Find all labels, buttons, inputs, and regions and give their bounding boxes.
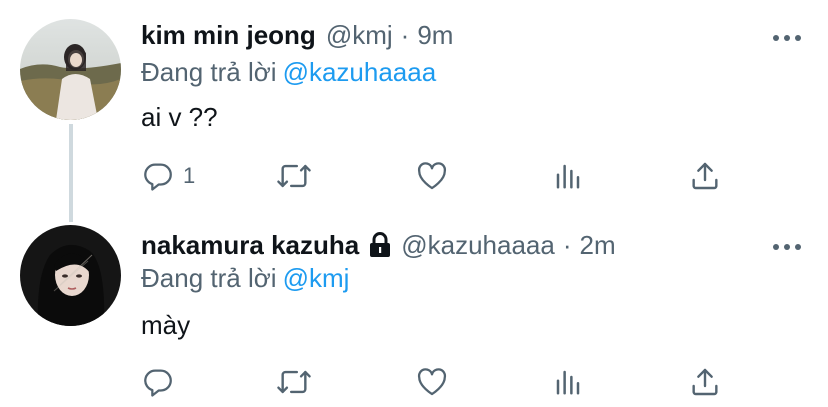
like-icon [415, 365, 449, 399]
share-icon [689, 159, 721, 193]
analytics-button[interactable] [553, 362, 583, 402]
replying-to: Đang trả lời @kazuhaaaa [141, 55, 436, 89]
replying-prefix: Đang trả lời [141, 57, 277, 87]
tweet-header: nakamura kazuha @kazuhaaaa · 2m [141, 228, 616, 262]
like-button[interactable] [415, 156, 449, 196]
analytics-icon [553, 159, 583, 193]
more-icon[interactable] [772, 30, 802, 41]
timestamp[interactable]: 9m [417, 20, 453, 51]
reply-button[interactable]: 1 [141, 156, 195, 196]
replying-prefix: Đang trả lời [141, 263, 277, 293]
reply-count: 1 [183, 163, 196, 188]
reply-icon [141, 159, 175, 193]
reply-mention-link[interactable]: @kazuhaaaa [283, 57, 437, 87]
more-icon[interactable] [772, 239, 802, 250]
analytics-button[interactable] [553, 156, 583, 196]
tweet[interactable]: nakamura kazuha @kazuhaaaa · 2m Đang trả… [0, 222, 828, 407]
like-icon [415, 159, 449, 193]
avatar[interactable] [20, 225, 121, 326]
separator-dot: · [562, 229, 572, 260]
avatar[interactable] [20, 19, 121, 120]
retweet-button[interactable] [275, 362, 313, 402]
tweet-text: mày [141, 310, 191, 340]
replying-to: Đang trả lời @kmj [141, 261, 349, 295]
share-button[interactable] [689, 362, 721, 402]
tweet-actions [0, 362, 828, 402]
retweet-icon [275, 365, 313, 399]
retweet-icon [275, 159, 313, 193]
share-icon [689, 365, 721, 399]
user-handle[interactable]: @kazuhaaaa [401, 230, 555, 261]
lock-icon [369, 232, 391, 258]
separator-dot: · [400, 19, 410, 50]
user-handle[interactable]: @kmj [326, 20, 393, 51]
display-name[interactable]: nakamura kazuha [141, 230, 359, 261]
tweet-header: kim min jeong @kmj · 9m [141, 18, 453, 52]
like-button[interactable] [415, 362, 449, 402]
share-button[interactable] [689, 156, 721, 196]
reply-button[interactable] [141, 362, 183, 402]
tweet-actions: 1 [0, 156, 828, 196]
reply-mention-link[interactable]: @kmj [283, 263, 350, 293]
tweet-text: ai v ?? [141, 102, 218, 132]
display-name[interactable]: kim min jeong [141, 20, 316, 51]
tweet[interactable]: kim min jeong @kmj · 9m Đang trả lời @kaz… [0, 0, 828, 222]
reply-icon [141, 365, 175, 399]
timestamp[interactable]: 2m [580, 230, 616, 261]
analytics-icon [553, 365, 583, 399]
retweet-button[interactable] [275, 156, 313, 196]
